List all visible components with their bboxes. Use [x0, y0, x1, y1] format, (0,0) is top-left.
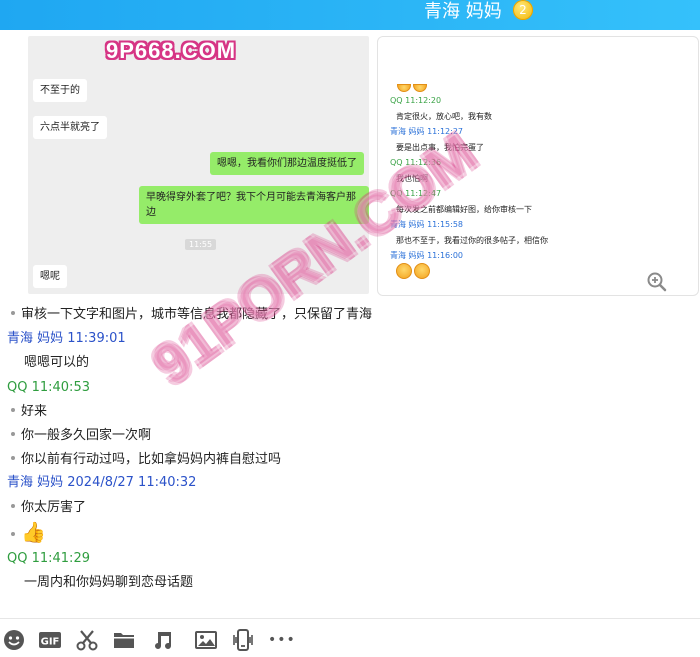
message-sender: 青海 妈妈 11:39:01 — [7, 331, 126, 346]
log-entry: 青海 妈妈 11:16:00 — [390, 250, 690, 281]
entry-sender: 青海 妈妈 11:16:00 — [390, 251, 464, 260]
scissors-icon[interactable] — [75, 628, 99, 652]
star-badge-icon: 2 — [513, 0, 533, 20]
chat-header: 青海 妈妈 2 — [0, 0, 700, 30]
message-sender: QQ 11:41:29 — [7, 551, 90, 566]
entry-message: 那也不至于，我看过你的很多帖子，相信你 — [396, 236, 548, 245]
shared-screenshots[interactable]: 不至于的 六点半就亮了 嗯嗯，我看你们那边温度挺低了 早晚得穿外套了吧？我下个月… — [28, 36, 699, 298]
chat-bubble: 不至于的 — [33, 79, 87, 102]
music-icon[interactable] — [152, 628, 176, 652]
input-toolbar: GIF ••• — [0, 622, 700, 657]
message-sender: QQ 11:40:53 — [7, 380, 90, 395]
toolbar-divider — [0, 618, 700, 619]
message-text: 嗯嗯可以的 — [24, 355, 90, 370]
message-sender: 青海 妈妈 2024/8/27 11:40:32 — [7, 475, 197, 490]
log-entry: QQ 11:12:47 每次发之前都编辑好图，给你审核一下 — [390, 188, 690, 219]
entry-sender: 青海 妈妈 11:12:27 — [390, 127, 464, 136]
list-item: 好来 — [0, 402, 47, 422]
gif-icon[interactable]: GIF — [38, 628, 62, 652]
shake-icon[interactable] — [231, 628, 255, 652]
grin-emoji-icon — [390, 263, 690, 279]
message-text: 一周内和你妈妈聊到恋母话题 — [24, 575, 194, 590]
list-item: 你太厉害了 — [0, 498, 86, 518]
entry-sender: QQ 11:12:47 — [390, 189, 442, 198]
zoom-in-icon[interactable] — [647, 272, 667, 292]
list-item: 你以前有行动过吗，比如拿妈妈内裤自慰过吗 — [0, 450, 281, 470]
chat-bubble: 嗯嗯，我看你们那边温度挺低了 — [210, 152, 364, 175]
log-entry: 青海 妈妈 11:15:58 那也不至于，我看过你的很多帖子，相信你 — [390, 219, 690, 250]
chat-bubble: 早晚得穿外套了吧？我下个月可能去青海客户那边 — [139, 186, 369, 224]
screenshot-wechat[interactable]: 不至于的 六点半就亮了 嗯嗯，我看你们那边温度挺低了 早晚得穿外套了吧？我下个月… — [28, 36, 369, 294]
chat-bubble: 嗯呢 — [33, 265, 67, 288]
entry-sender: QQ 11:12:20 — [390, 96, 442, 105]
list-item: 你一般多久回家一次啊 — [0, 426, 151, 446]
screenshot-qq-log[interactable]: QQ 11:12:20 肯定很火，放心吧，我有数 青海 妈妈 11:12:27 … — [377, 36, 699, 296]
image-icon[interactable] — [194, 628, 218, 652]
entry-sender: 青海 妈妈 11:15:58 — [390, 220, 464, 229]
log-entry: QQ 11:12:36 我也怕啊 — [390, 157, 690, 188]
chat-bubble: 六点半就亮了 — [33, 116, 107, 139]
entry-message: 我也怕啊 — [396, 174, 428, 183]
entry-message: 肯定很火，放心吧，我有数 — [396, 112, 492, 121]
contact-name[interactable]: 青海 妈妈 — [424, 0, 502, 24]
list-item: 👍 — [0, 522, 46, 546]
emoji-pair-icon — [397, 77, 429, 96]
list-item: 审核一下文字和图片，城市等信息我都隐藏了，只保留了青海 — [0, 305, 372, 325]
log-entry: 青海 妈妈 11:12:27 要是出点事，我怕完蛋了 — [390, 126, 690, 157]
watermark-logo: 9P668.COM — [106, 38, 237, 63]
more-icon[interactable]: ••• — [268, 628, 296, 652]
emoji-icon[interactable] — [2, 628, 26, 652]
time-tag: 11:55 — [185, 239, 217, 250]
thumbs-up-icon: 👍 — [21, 520, 46, 544]
entry-sender: QQ 11:12:36 — [390, 158, 442, 167]
log-entry: QQ 11:12:20 肯定很火，放心吧，我有数 — [390, 95, 690, 126]
entry-message: 每次发之前都编辑好图，给你审核一下 — [396, 205, 532, 214]
svg-text:GIF: GIF — [41, 637, 60, 648]
entry-message: 要是出点事，我怕完蛋了 — [396, 143, 484, 152]
folder-icon[interactable] — [112, 628, 136, 652]
